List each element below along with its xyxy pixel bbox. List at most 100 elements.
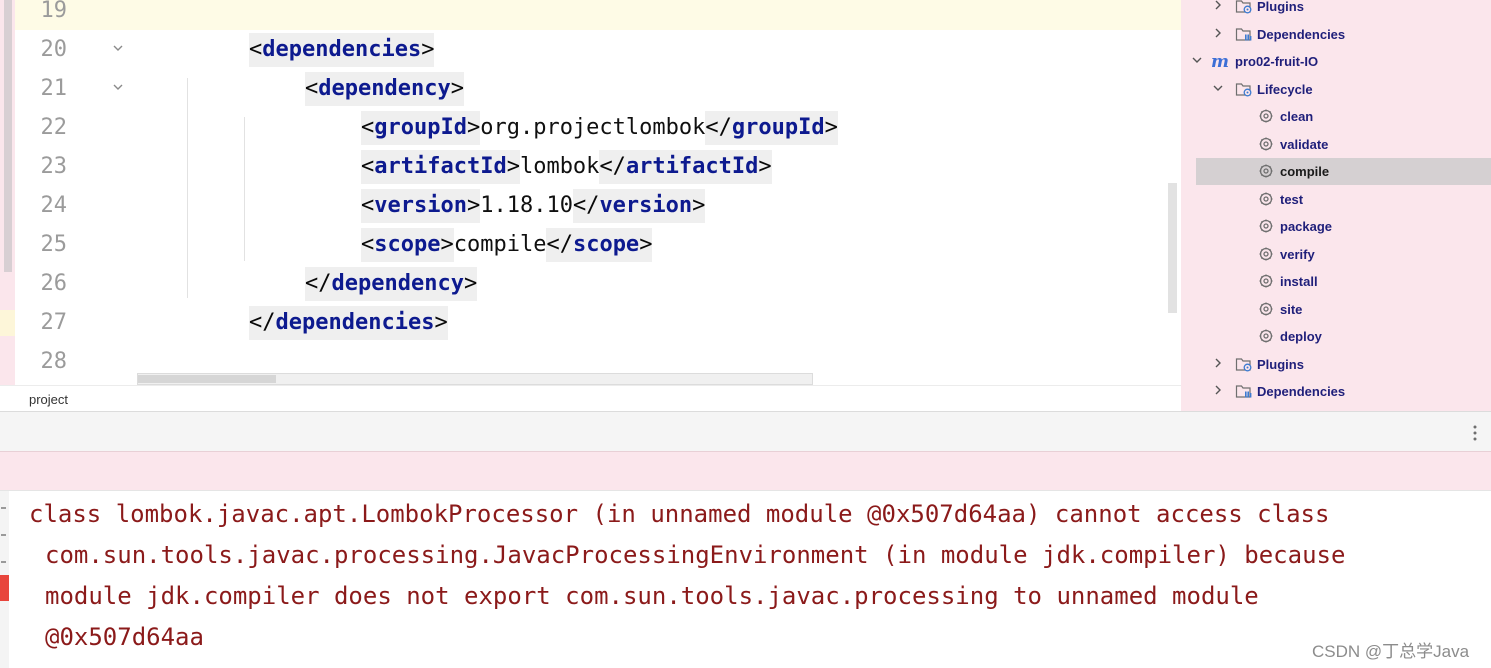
editor-line[interactable]: 27 </dependencies> xyxy=(0,303,1181,342)
console-gutter xyxy=(0,491,9,668)
editor-line[interactable]: 26 </dependency> xyxy=(0,264,1181,303)
xml-bracket: > xyxy=(434,306,448,340)
line-number: 26 xyxy=(40,271,68,296)
code-text: <groupId>org.projectlombok</groupId> xyxy=(361,108,838,147)
xml-tag-name: artifactId xyxy=(625,150,759,184)
xml-bracket: > xyxy=(466,189,481,223)
vertical-scroll-thumb[interactable] xyxy=(1168,183,1177,313)
chevron-right-icon[interactable] xyxy=(1212,0,1224,11)
xml-bracket: > xyxy=(440,228,454,262)
maven-item-label: Lifecycle xyxy=(1257,81,1313,97)
folder-gear-icon xyxy=(1235,82,1252,96)
editor-line[interactable]: 24 <version>1.18.10</version> xyxy=(0,186,1181,225)
maven-item-label: pro02-fruit-IO xyxy=(1235,54,1319,69)
code-text: <scope>compile</scope> xyxy=(361,225,653,264)
line-number: 25 xyxy=(40,232,68,257)
xml-tag-name: artifactId xyxy=(374,150,507,184)
console-marker xyxy=(1,534,6,536)
left-strip-scroll-thumb[interactable] xyxy=(4,0,12,272)
maven-item-clean[interactable]: clean xyxy=(1181,103,1491,130)
xml-bracket: > xyxy=(758,150,772,184)
line-number: 21 xyxy=(40,76,68,101)
breadcrumb-project[interactable]: project xyxy=(29,392,68,407)
line-number: 22 xyxy=(40,115,68,140)
xml-bracket: < xyxy=(361,150,375,184)
xml-bracket: < xyxy=(361,228,375,262)
chevron-right-icon[interactable] xyxy=(1212,27,1224,39)
xml-bracket: > xyxy=(466,111,481,145)
xml-bracket: > xyxy=(639,228,653,262)
maven-item-validate[interactable]: validate xyxy=(1181,131,1491,158)
maven-item-label: Plugins xyxy=(1257,356,1304,372)
horizontal-scroll-thumb[interactable] xyxy=(138,375,276,383)
xml-tag-name: dependencies xyxy=(262,33,422,67)
editor-line[interactable]: 23 <artifactId>lombok</artifactId> xyxy=(0,147,1181,186)
maven-item-label: deploy xyxy=(1280,329,1322,344)
code-text: <dependencies> xyxy=(249,30,435,69)
maven-item-dependencies-top[interactable]: Dependencies xyxy=(1181,21,1491,48)
xml-tag-name: dependency xyxy=(318,72,451,106)
horizontal-scrollbar[interactable] xyxy=(137,373,813,385)
breadcrumb[interactable]: project xyxy=(0,385,1181,412)
maven-item-package[interactable]: package xyxy=(1181,213,1491,240)
xml-bracket: > xyxy=(421,33,435,67)
chevron-right-icon[interactable] xyxy=(1212,357,1224,369)
maven-item-label: test xyxy=(1280,191,1304,207)
gear-icon xyxy=(1259,137,1273,150)
gear-icon xyxy=(1259,192,1273,205)
xml-bracket: </ xyxy=(305,267,332,301)
maven-item-label: verify xyxy=(1280,246,1315,262)
maven-item-deploy[interactable]: deploy xyxy=(1181,323,1491,350)
gear-icon xyxy=(1259,164,1273,178)
editor-line[interactable]: 19 xyxy=(0,0,1181,30)
chevron-right-icon[interactable] xyxy=(1212,384,1224,396)
editor-line[interactable]: 22 <groupId>org.projectlombok</groupId> xyxy=(0,108,1181,147)
folder-gear-icon xyxy=(1235,0,1252,14)
maven-item-install[interactable]: install xyxy=(1181,268,1491,295)
gear-icon xyxy=(1259,247,1273,260)
chevron-down-icon[interactable] xyxy=(1191,54,1203,66)
xml-bracket: </ xyxy=(249,306,276,340)
xml-text: lombok xyxy=(519,154,600,179)
editor-line[interactable]: 20 <dependencies> xyxy=(0,30,1181,69)
xml-tag-name: version xyxy=(374,189,467,223)
xml-bracket: < xyxy=(305,72,319,106)
code-editor[interactable]: 19 20 <dependencies> 21 <dependency> 22 <group… xyxy=(0,0,1181,385)
run-panel-toolbar xyxy=(0,411,1491,452)
maven-item-label: Plugins xyxy=(1257,0,1304,14)
maven-item-plugins[interactable]: Plugins xyxy=(1181,351,1491,378)
fold-chevron-icon[interactable] xyxy=(113,43,123,53)
maven-item-label: package xyxy=(1280,219,1333,234)
chevron-down-icon[interactable] xyxy=(1212,82,1224,94)
console-output[interactable]: class lombok.javac.apt.LombokProcessor (… xyxy=(0,490,1491,668)
console-marker xyxy=(1,507,6,509)
editor-line[interactable]: 25 <scope>compile</scope> xyxy=(0,225,1181,264)
xml-bracket: </ xyxy=(705,111,732,145)
maven-item-label: Dependencies xyxy=(1257,384,1346,399)
maven-item-dependencies[interactable]: Dependencies xyxy=(1181,378,1491,405)
code-text: </dependency> xyxy=(305,264,478,303)
indent-guide xyxy=(187,78,188,298)
maven-item-verify[interactable]: verify xyxy=(1181,241,1491,268)
xml-bracket: </ xyxy=(546,228,573,262)
maven-item-plugins-top[interactable]: Plugins xyxy=(1181,0,1491,20)
editor-line[interactable]: 21 <dependency> xyxy=(0,69,1181,108)
maven-item-compile[interactable]: compile xyxy=(1196,158,1491,185)
xml-bracket: < xyxy=(249,33,263,67)
gear-icon xyxy=(1259,302,1273,315)
line-number: 23 xyxy=(40,154,68,179)
maven-item-project[interactable]: m pro02-fruit-IO xyxy=(1181,48,1491,75)
maven-item-label: validate xyxy=(1280,136,1329,152)
fold-chevron-icon[interactable] xyxy=(113,82,123,92)
more-options-icon[interactable] xyxy=(1469,424,1481,442)
xml-bracket: < xyxy=(361,189,375,223)
maven-item-test[interactable]: test xyxy=(1181,186,1491,213)
maven-item-site[interactable]: site xyxy=(1181,296,1491,323)
folder-lib-icon xyxy=(1235,27,1252,41)
xml-bracket: > xyxy=(692,189,706,223)
line-number: 28 xyxy=(40,349,68,374)
xml-tag-name: scope xyxy=(572,228,640,262)
indent-guide xyxy=(244,117,245,261)
maven-item-lifecycle[interactable]: Lifecycle xyxy=(1181,76,1491,103)
gear-icon xyxy=(1259,109,1273,123)
